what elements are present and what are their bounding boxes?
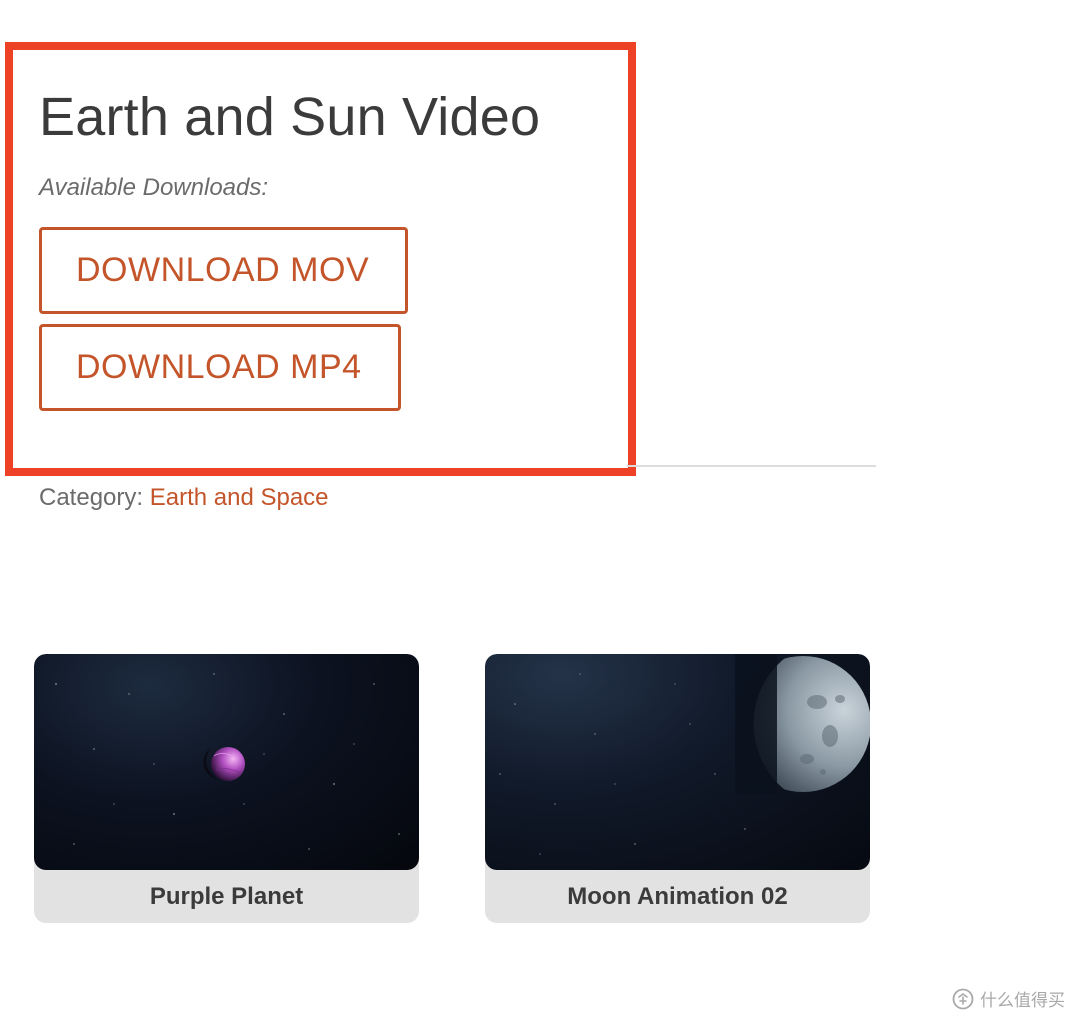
video-thumbnail (34, 654, 419, 870)
video-thumbnail (485, 654, 870, 870)
section-divider (627, 465, 876, 467)
available-downloads-label: Available Downloads: (39, 174, 269, 201)
purple-planet-image (55, 673, 400, 850)
page-title: Earth and Sun Video (39, 87, 541, 147)
watermark: 什么值得买 (952, 986, 1065, 1011)
smzdm-logo-icon (952, 988, 974, 1009)
related-video-card-purple-planet[interactable]: Purple Planet (34, 654, 419, 923)
card-title: Moon Animation 02 (567, 882, 788, 910)
card-title: Purple Planet (149, 882, 304, 910)
category-line: Category: Earth and Space (39, 484, 329, 512)
download-mp4-button[interactable]: DOWNLOAD MP4 (39, 324, 401, 411)
category-label: Category: (39, 484, 144, 511)
category-link[interactable]: Earth and Space (150, 484, 329, 511)
download-mov-button[interactable]: DOWNLOAD MOV (39, 227, 408, 314)
watermark-text: 什么值得买 (980, 991, 1065, 1010)
moon-image (499, 654, 870, 855)
related-video-card-moon-animation[interactable]: Moon Animation 02 (485, 654, 870, 923)
